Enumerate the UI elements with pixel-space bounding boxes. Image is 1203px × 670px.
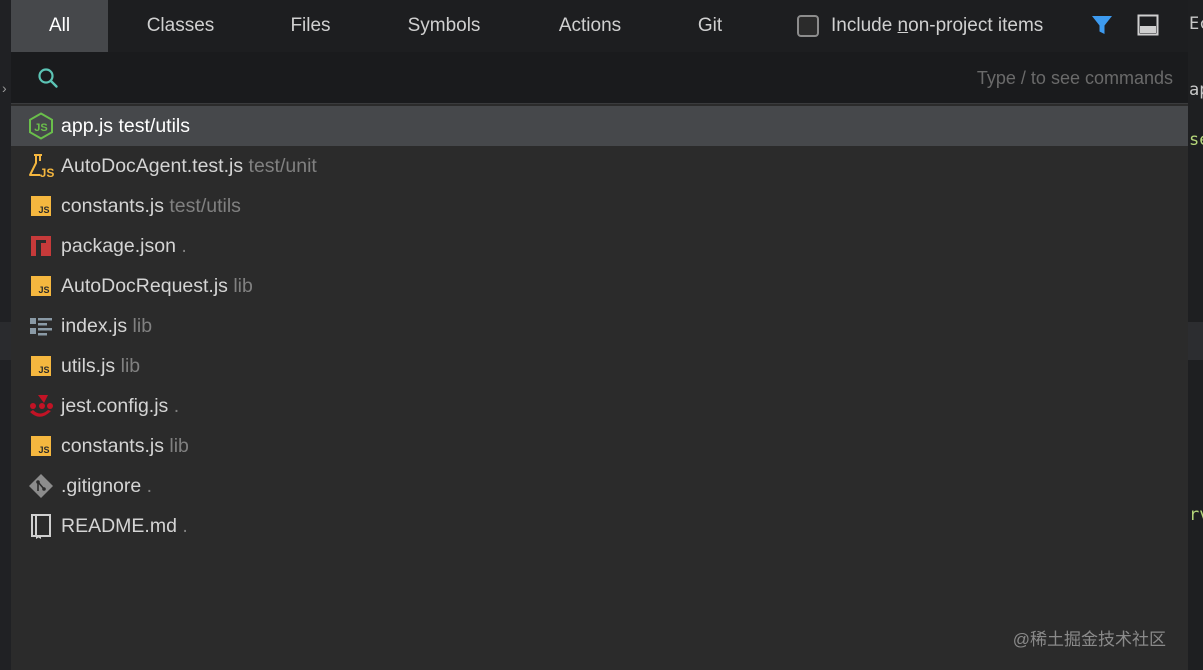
result-label: AutoDocAgent.test.js test/unit <box>61 154 317 177</box>
ide-window: › Ec ap se rv All Classes Files Symbols … <box>0 0 1203 670</box>
list-item[interactable]: JS constants.js test/utils <box>11 186 1188 226</box>
list-item[interactable]: package.json . <box>11 226 1188 266</box>
editor-highlight-band <box>0 322 11 360</box>
scope-tabs: All Classes Files Symbols Actions Git In… <box>11 0 1188 52</box>
list-item[interactable]: JS AutoDocRequest.js lib <box>11 266 1188 306</box>
list-item[interactable]: JS constants.js lib <box>11 426 1188 466</box>
search-everywhere-popup: All Classes Files Symbols Actions Git In… <box>11 0 1188 670</box>
results-list: JS app.js test/utils JS AutoDocAgent.tes… <box>11 106 1188 546</box>
filter-icon[interactable] <box>1090 13 1114 37</box>
chevron-right-icon[interactable]: › <box>2 80 7 96</box>
list-item[interactable]: JS utils.js lib <box>11 346 1188 386</box>
structure-list-icon <box>30 318 52 336</box>
search-icon <box>38 68 58 88</box>
svg-text:JS: JS <box>40 166 55 180</box>
svg-text:JS: JS <box>38 205 49 215</box>
tab-classes[interactable]: Classes <box>108 0 253 52</box>
result-label: jest.config.js . <box>61 394 180 417</box>
markdown-book-icon <box>31 514 51 539</box>
result-label: constants.js test/utils <box>61 194 241 217</box>
test-js-icon: JS <box>29 154 55 180</box>
list-item[interactable]: index.js lib <box>11 306 1188 346</box>
list-item[interactable]: README.md . <box>11 506 1188 546</box>
result-label: index.js lib <box>61 314 153 337</box>
result-label: README.md . <box>61 514 188 537</box>
list-item[interactable]: JS app.js test/utils <box>11 106 1188 146</box>
include-non-project-option[interactable]: Include non-project items <box>797 0 1043 52</box>
editor-text-fragment: rv <box>1189 505 1203 525</box>
list-item[interactable]: jest.config.js . <box>11 386 1188 426</box>
result-label: AutoDocRequest.js lib <box>61 274 253 297</box>
include-non-project-label: Include non-project items <box>831 15 1044 36</box>
git-diamond-icon <box>29 474 53 498</box>
svg-text:JS: JS <box>34 122 47 134</box>
js-file-icon: JS <box>31 356 51 376</box>
editor-text-fragment: ap <box>1189 80 1203 100</box>
js-file-icon: JS <box>31 196 51 216</box>
svg-text:JS: JS <box>38 445 49 455</box>
editor-text-fragment: se <box>1189 130 1203 150</box>
editor-left-gutter: › <box>0 0 11 670</box>
editor-highlight-band <box>1188 322 1203 360</box>
result-label: constants.js lib <box>61 434 189 457</box>
svg-text:JS: JS <box>38 285 49 295</box>
search-bar: Type / to see commands <box>11 52 1188 104</box>
result-label: .gitignore . <box>61 474 153 497</box>
tab-git[interactable]: Git <box>660 0 760 52</box>
result-label: utils.js lib <box>61 354 141 377</box>
js-file-icon: JS <box>31 436 51 456</box>
watermark: @稀土掘金技术社区 <box>1012 630 1166 649</box>
tab-actions[interactable]: Actions <box>520 0 660 52</box>
npm-icon <box>31 236 51 256</box>
tab-files[interactable]: Files <box>253 0 368 52</box>
list-item[interactable]: JS AutoDocAgent.test.js test/unit <box>11 146 1188 186</box>
include-non-project-checkbox[interactable] <box>797 15 819 37</box>
result-label: app.js test/utils <box>61 114 190 137</box>
result-label: package.json . <box>61 234 187 257</box>
svg-text:JS: JS <box>38 365 49 375</box>
list-item[interactable]: .gitignore . <box>11 466 1188 506</box>
search-hint: Type / to see commands <box>976 68 1173 88</box>
jest-icon <box>30 395 53 417</box>
preview-panel-icon[interactable] <box>1137 14 1159 36</box>
tab-symbols[interactable]: Symbols <box>368 0 520 52</box>
editor-text-fragment: Ec <box>1189 14 1203 34</box>
editor-right-edge: Ec ap se rv <box>1188 0 1203 670</box>
tab-all[interactable]: All <box>11 0 108 52</box>
node-js-icon: JS <box>29 112 53 140</box>
js-file-icon: JS <box>31 276 51 296</box>
